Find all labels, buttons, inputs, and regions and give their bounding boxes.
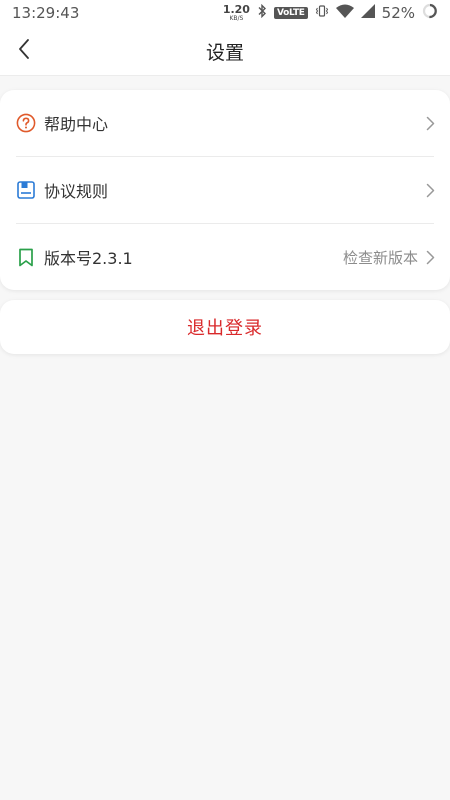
settings-item-label: 协议规则 <box>44 182 109 201</box>
status-icons: 1.20 KB/S VoLTE 52% <box>223 3 438 23</box>
document-icon <box>16 180 36 200</box>
logout-label: 退出登录 <box>187 318 263 339</box>
cellular-signal-icon <box>360 4 375 22</box>
network-speed: 1.20 KB/S <box>223 4 250 22</box>
network-speed-unit: KB/S <box>229 15 244 22</box>
status-bar: 13:29:43 1.20 KB/S VoLTE 52% <box>0 0 450 26</box>
settings-item-version[interactable]: 版本号2.3.1 检查新版本 <box>16 224 436 290</box>
logout-button[interactable]: 退出登录 <box>0 300 450 354</box>
wifi-icon <box>335 4 354 22</box>
chevron-right-icon <box>426 182 436 198</box>
help-circle-icon <box>16 113 36 133</box>
page-title: 设置 <box>205 41 244 64</box>
check-update-text: 检查新版本 <box>342 248 418 267</box>
settings-card: 帮助中心 协议规则 版本号2.3.1 检查新版本 <box>0 90 450 290</box>
battery-percent: 52% <box>381 4 415 22</box>
settings-item-help-center[interactable]: 帮助中心 <box>16 90 436 156</box>
vibrate-icon <box>315 4 329 22</box>
status-time: 13:29:43 <box>12 4 80 22</box>
version-label: 版本号2.3.1 <box>44 249 133 268</box>
network-speed-value: 1.20 <box>222 3 250 16</box>
settings-item-label: 帮助中心 <box>44 115 109 134</box>
bookmark-icon <box>16 247 36 267</box>
chevron-right-icon <box>426 115 436 131</box>
bluetooth-icon <box>257 3 267 22</box>
nav-bar: 设置 <box>0 26 450 76</box>
volte-badge: VoLTE <box>273 7 308 19</box>
settings-item-agreement-rules[interactable]: 协议规则 <box>16 157 436 223</box>
battery-ring-icon <box>422 3 438 23</box>
chevron-right-icon <box>426 249 436 265</box>
